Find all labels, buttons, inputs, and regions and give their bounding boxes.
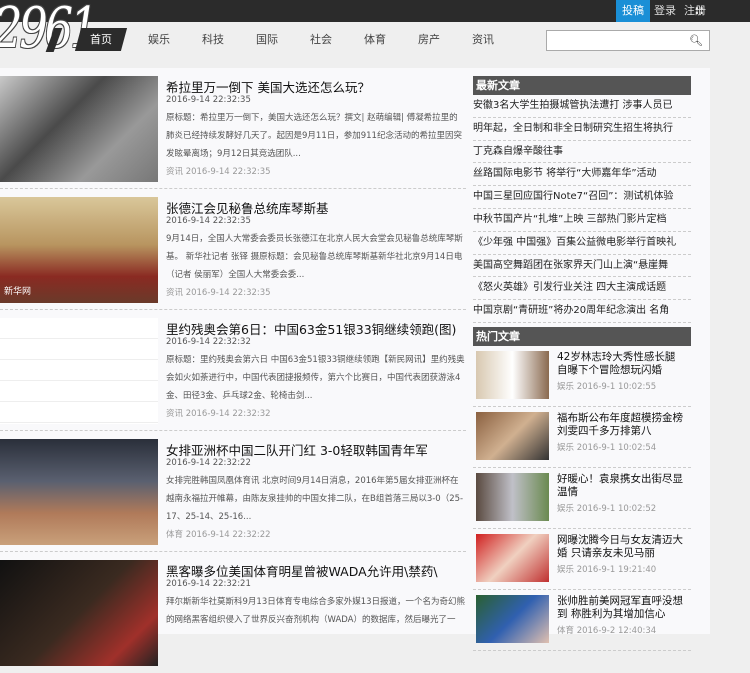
- article-title[interactable]: 里约残奥会第6日：中国63金51银33铜继续领跑(图): [166, 319, 456, 338]
- article-date: 2016-9-14 22:32:35: [166, 216, 251, 226]
- article-summary: 女排完胜韩国凤凰体育讯 北京时间9月14日消息，2016年第5届女排亚洲杯在越南…: [166, 476, 464, 522]
- latest-article-link[interactable]: 丝路国际电影节 将举行“大师嘉年华”活动: [473, 163, 691, 187]
- article-title[interactable]: 黑客曝多位美国体育明星曾被WADA允许用\禁药\: [166, 561, 438, 580]
- article-meta: 资讯 2016-9-14 22:32:35: [166, 167, 271, 177]
- article-title[interactable]: 张德江会见秘鲁总统库琴斯基: [166, 198, 329, 217]
- article-image[interactable]: [0, 439, 158, 545]
- hot-article-item[interactable]: 好暖心！袁泉携女出街尽显温情娱乐 2016-9-1 10:02:52: [473, 468, 691, 529]
- submit-link[interactable]: 投稿: [616, 0, 650, 22]
- article-item[interactable]: 女排亚洲杯中国二队开门红 3-0轻取韩国青年军 2016-9-14 22:32:…: [0, 431, 466, 552]
- latest-articles-heading: 最新文章: [473, 76, 691, 95]
- nav-home-label: 首页: [90, 33, 112, 46]
- article-date: 2016-9-14 22:32:22: [166, 458, 251, 468]
- nav-realestate[interactable]: 房产: [402, 28, 456, 51]
- latest-article-link[interactable]: 中国三星回应国行Note7“召回”：测试机体验: [473, 186, 691, 209]
- article-item[interactable]: 里约残奥会第6日：中国63金51银33铜继续领跑(图) 2016-9-14 22…: [0, 310, 466, 431]
- hot-articles-heading: 热门文章: [473, 326, 691, 346]
- article-summary: 原标题：希拉里万一倒下，美国大选还怎么玩？撰文| 赵萌编辑| 傅凝希拉里的肺炎已…: [166, 113, 462, 159]
- hot-article-image[interactable]: [476, 594, 549, 643]
- nav-international[interactable]: 国际: [240, 28, 294, 51]
- hot-article-title[interactable]: 42岁林志玲大秀性感长腿 自曝下个冒险想玩闪婚: [557, 351, 689, 377]
- search-box[interactable]: 🔍︎: [546, 30, 710, 51]
- hot-article-image[interactable]: [476, 472, 549, 521]
- article-image[interactable]: [0, 76, 158, 182]
- hot-article-item[interactable]: 福布斯公布年度超模捞金榜 刘雯四千多万排第八娱乐 2016-9-1 10:02:…: [473, 407, 691, 468]
- article-date: 2016-9-14 22:32:35: [166, 95, 251, 105]
- hot-article-title[interactable]: 好暖心！袁泉携女出街尽显温情: [557, 473, 689, 499]
- search-icon[interactable]: 🔍︎: [689, 34, 703, 47]
- hot-article-item[interactable]: 42岁林志玲大秀性感长腿 自曝下个冒险想玩闪婚娱乐 2016-9-1 10:02…: [473, 346, 691, 407]
- latest-article-link[interactable]: 中秋节国产片“扎堆”上映 三部热门影片定档: [473, 209, 691, 232]
- nav-home[interactable]: 首页: [74, 28, 128, 51]
- article-item[interactable]: 新华网 张德江会见秘鲁总统库琴斯基 2016-9-14 22:32:35 9月1…: [0, 189, 466, 310]
- hot-article-title[interactable]: 张帅胜前美网冠军直呼没想到 称胜利为其增加信心: [557, 595, 689, 621]
- hot-article-item[interactable]: 张帅胜前美网冠军直呼没想到 称胜利为其增加信心体育 2016-9-2 12:40…: [473, 590, 691, 651]
- hot-article-meta: 娱乐 2016-9-1 10:02:52: [557, 503, 657, 514]
- article-item[interactable]: 希拉里万一倒下 美国大选还怎么玩？ 2016-9-14 22:32:35 原标题…: [0, 68, 466, 189]
- hot-article-meta: 娱乐 2016-9-1 19:21:40: [557, 564, 657, 575]
- latest-article-link[interactable]: 丁克森自爆辛酸往事: [473, 141, 691, 164]
- latest-article-link[interactable]: 中国京剧“青研班”将办20周年纪念演出 名角: [473, 300, 691, 323]
- hot-article-image[interactable]: [476, 411, 549, 460]
- hot-article-meta: 娱乐 2016-9-1 10:02:55: [557, 381, 657, 392]
- hot-article-item[interactable]: 网曝沈腾今日与女友清迈大婚 只请亲友未见马丽娱乐 2016-9-1 19:21:…: [473, 529, 691, 590]
- article-summary: 9月14日，全国人大常委会委员长张德江在北京人民大会堂会见秘鲁总统库琴斯基。 新…: [166, 234, 463, 280]
- article-summary: 拜尔斯新华社莫斯科9月13日体育专电综合多家外媒13日报道，一个名为奇幻熊的网络…: [166, 597, 466, 625]
- latest-article-link[interactable]: 美国高空舞蹈团在张家界天门山上演“悬崖舞: [473, 255, 691, 278]
- latest-article-link[interactable]: 安徽3名大学生拍摄城管执法遭打 涉事人员已: [473, 95, 691, 118]
- latest-article-link[interactable]: 明年起，全日制和非全日制研究生招生将执行: [473, 118, 691, 141]
- hot-article-image[interactable]: [476, 533, 549, 582]
- article-item[interactable]: 黑客曝多位美国体育明星曾被WADA允许用\禁药\ 2016-9-14 22:32…: [0, 552, 466, 673]
- article-image[interactable]: [0, 560, 158, 666]
- hot-article-image[interactable]: [476, 350, 549, 399]
- nav-tech[interactable]: 科技: [186, 28, 240, 51]
- article-date: 2016-9-14 22:32:21: [166, 579, 251, 589]
- hot-article-title[interactable]: 网曝沈腾今日与女友清迈大婚 只请亲友未见马丽: [557, 534, 689, 560]
- article-date: 2016-9-14 22:32:32: [166, 337, 251, 347]
- hot-article-meta: 娱乐 2016-9-1 10:02:54: [557, 442, 657, 453]
- article-image[interactable]: [0, 318, 158, 424]
- article-title[interactable]: 女排亚洲杯中国二队开门红 3-0轻取韩国青年军: [166, 440, 428, 459]
- image-watermark: 新华网: [4, 287, 32, 297]
- nav-society[interactable]: 社会: [294, 28, 348, 51]
- hot-article-title[interactable]: 福布斯公布年度超模捞金榜 刘雯四千多万排第八: [557, 412, 689, 438]
- nav-entertainment[interactable]: 娱乐: [132, 28, 186, 51]
- hot-article-meta: 体育 2016-9-2 12:40:34: [557, 625, 657, 636]
- article-summary: 原标题：里约残奥会第六日 中国63金51银33铜继续领跑【新民网讯】里约残奥会如…: [166, 355, 465, 401]
- latest-article-link[interactable]: 《怒火英雄》引发行业关注 四大主演成话题: [473, 277, 691, 301]
- rss-icon[interactable]: ∷: [695, 4, 703, 18]
- sidebar: 最新文章 安徽3名大学生拍摄城管执法遭打 涉事人员已 明年起，全日制和非全日制研究…: [473, 76, 691, 651]
- login-link[interactable]: 登录: [650, 0, 680, 22]
- main-nav: 首页 娱乐 科技 国际 社会 体育 房产 资讯: [74, 28, 510, 51]
- article-meta: 体育 2016-9-14 22:32:22: [166, 530, 271, 540]
- article-image[interactable]: 新华网: [0, 197, 158, 303]
- article-meta: 资讯 2016-9-14 22:32:35: [166, 288, 271, 298]
- article-meta: 资讯 2016-9-14 22:32:32: [166, 409, 271, 419]
- nav-sports[interactable]: 体育: [348, 28, 402, 51]
- article-title[interactable]: 希拉里万一倒下 美国大选还怎么玩？: [166, 77, 370, 96]
- nav-news[interactable]: 资讯: [456, 28, 510, 51]
- latest-article-link[interactable]: 《少年强 中国强》百集公益微电影举行首映礼: [473, 232, 691, 255]
